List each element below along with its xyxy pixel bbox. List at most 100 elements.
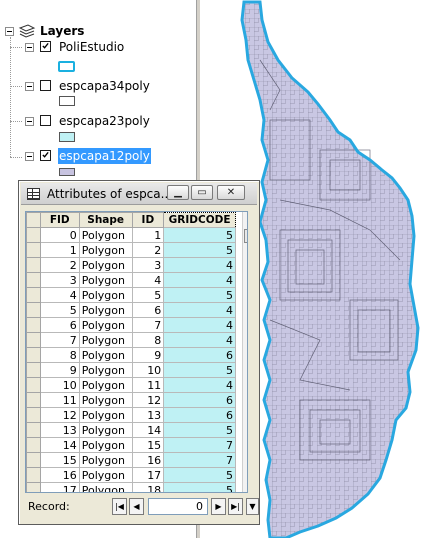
column-header-id[interactable]: ID: [131, 212, 165, 228]
cell-gridcode[interactable]: 4: [163, 257, 236, 273]
table-row[interactable]: 16 Polygon 17 5: [26, 467, 236, 483]
row-selector[interactable]: [26, 242, 41, 258]
cell-fid[interactable]: 0: [39, 227, 80, 243]
cell-gridcode[interactable]: 4: [163, 377, 236, 393]
scroll-down-icon[interactable]: ▼: [243, 480, 248, 492]
cell-id[interactable]: 14: [131, 422, 165, 438]
column-header-shape[interactable]: Shape: [78, 212, 133, 228]
table-row[interactable]: 8 Polygon 9 6: [26, 347, 236, 363]
cell-id[interactable]: 6: [131, 302, 165, 318]
row-selector[interactable]: [26, 302, 41, 318]
cell-fid[interactable]: 11: [39, 392, 80, 408]
cell-gridcode[interactable]: 4: [163, 317, 236, 333]
cell-id[interactable]: 12: [131, 392, 165, 408]
cell-shape[interactable]: Polygon: [78, 422, 133, 438]
cell-id[interactable]: 8: [131, 332, 165, 348]
cell-gridcode[interactable]: 6: [163, 347, 236, 363]
row-selector[interactable]: [26, 287, 41, 303]
attributes-window[interactable]: Attributes of espca... ▁ ▭ ✕ FID Shape I…: [18, 180, 260, 525]
table-options-dropdown[interactable]: ▼: [246, 498, 259, 515]
layer-visibility-checkbox-espcapa12poly[interactable]: [40, 150, 51, 161]
layer-symbol-espcapa34poly[interactable]: [59, 96, 75, 106]
layer-expander-espcapa34poly[interactable]: [25, 82, 34, 91]
cell-id[interactable]: 17: [131, 467, 165, 483]
cell-shape[interactable]: Polygon: [78, 467, 133, 483]
row-selector-header[interactable]: [26, 212, 41, 228]
cell-id[interactable]: 9: [131, 347, 165, 363]
cell-shape[interactable]: Polygon: [78, 482, 133, 492]
cell-shape[interactable]: Polygon: [78, 227, 133, 243]
cell-fid[interactable]: 5: [39, 302, 80, 318]
cell-shape[interactable]: Polygon: [78, 407, 133, 423]
layer-name-espcapa23poly[interactable]: espcapa23poly: [59, 113, 150, 129]
cell-fid[interactable]: 6: [39, 317, 80, 333]
record-number-input[interactable]: [148, 498, 208, 515]
row-selector[interactable]: [26, 347, 41, 363]
table-row[interactable]: 4 Polygon 5 5: [26, 287, 236, 303]
cell-fid[interactable]: 3: [39, 272, 80, 288]
cell-shape[interactable]: Polygon: [78, 362, 133, 378]
row-selector[interactable]: [26, 272, 41, 288]
table-row[interactable]: 12 Polygon 13 6: [26, 407, 236, 423]
cell-id[interactable]: 15: [131, 437, 165, 453]
cell-gridcode[interactable]: 5: [163, 362, 236, 378]
row-selector[interactable]: [26, 407, 41, 423]
cell-gridcode[interactable]: 4: [163, 302, 236, 318]
cell-shape[interactable]: Polygon: [78, 392, 133, 408]
cell-fid[interactable]: 10: [39, 377, 80, 393]
layer-visibility-checkbox-espcapa23poly[interactable]: [40, 115, 51, 126]
cell-fid[interactable]: 16: [39, 467, 80, 483]
table-row[interactable]: 13 Polygon 14 5: [26, 422, 236, 438]
cell-gridcode[interactable]: 5: [163, 422, 236, 438]
cell-fid[interactable]: 4: [39, 287, 80, 303]
table-row[interactable]: 6 Polygon 7 4: [26, 317, 236, 333]
row-selector[interactable]: [26, 422, 41, 438]
table-row[interactable]: 7 Polygon 8 4: [26, 332, 236, 348]
layers-collapse-toggle[interactable]: [5, 27, 14, 36]
table-row[interactable]: 14 Polygon 15 7: [26, 437, 236, 453]
attributes-window-titlebar[interactable]: Attributes of espca... ▁ ▭ ✕: [21, 183, 257, 205]
cell-gridcode[interactable]: 4: [163, 332, 236, 348]
layer-visibility-checkbox-poliestudio[interactable]: [40, 41, 51, 52]
cell-shape[interactable]: Polygon: [78, 347, 133, 363]
row-selector[interactable]: [26, 437, 41, 453]
row-selector[interactable]: [26, 227, 41, 243]
cell-shape[interactable]: Polygon: [78, 377, 133, 393]
layer-expander-poliestudio[interactable]: [25, 43, 34, 52]
scroll-thumb[interactable]: [244, 229, 247, 243]
layer-symbol-espcapa12poly[interactable]: [59, 168, 75, 176]
previous-record-button[interactable]: ◀: [129, 498, 144, 515]
cell-id[interactable]: 11: [131, 377, 165, 393]
row-selector[interactable]: [26, 332, 41, 348]
cell-gridcode[interactable]: 7: [163, 452, 236, 468]
cell-shape[interactable]: Polygon: [78, 302, 133, 318]
cell-gridcode[interactable]: 5: [163, 467, 236, 483]
table-row[interactable]: 10 Polygon 11 4: [26, 377, 236, 393]
row-selector[interactable]: [26, 392, 41, 408]
row-selector[interactable]: [26, 257, 41, 273]
cell-id[interactable]: 3: [131, 257, 165, 273]
row-selector[interactable]: [26, 377, 41, 393]
scroll-up-icon[interactable]: ▲: [243, 212, 248, 226]
attribute-table[interactable]: FID Shape ID GRIDCODE 0 Polygon 1 5 1 Polygon…: [25, 211, 248, 493]
row-selector[interactable]: [26, 467, 41, 483]
cell-gridcode[interactable]: 5: [163, 287, 236, 303]
cell-gridcode[interactable]: 5: [163, 227, 236, 243]
cell-gridcode[interactable]: 5: [163, 482, 236, 492]
cell-fid[interactable]: 1: [39, 242, 80, 258]
cell-gridcode[interactable]: 5: [163, 242, 236, 258]
row-selector[interactable]: [26, 452, 41, 468]
table-row[interactable]: 15 Polygon 16 7: [26, 452, 236, 468]
layer-name-espcapa34poly[interactable]: espcapa34poly: [59, 78, 150, 94]
layer-expander-espcapa12poly[interactable]: [25, 152, 34, 161]
table-row[interactable]: 1 Polygon 2 5: [26, 242, 236, 258]
column-header-fid[interactable]: FID: [39, 212, 80, 228]
cell-fid[interactable]: 7: [39, 332, 80, 348]
row-selector[interactable]: [26, 362, 41, 378]
cell-fid[interactable]: 14: [39, 437, 80, 453]
cell-shape[interactable]: Polygon: [78, 437, 133, 453]
layer-name-espcapa12poly[interactable]: espcapa12poly: [58, 148, 151, 164]
layers-root-label[interactable]: Layers: [40, 23, 84, 39]
cell-fid[interactable]: 2: [39, 257, 80, 273]
layer-expander-espcapa23poly[interactable]: [25, 117, 34, 126]
